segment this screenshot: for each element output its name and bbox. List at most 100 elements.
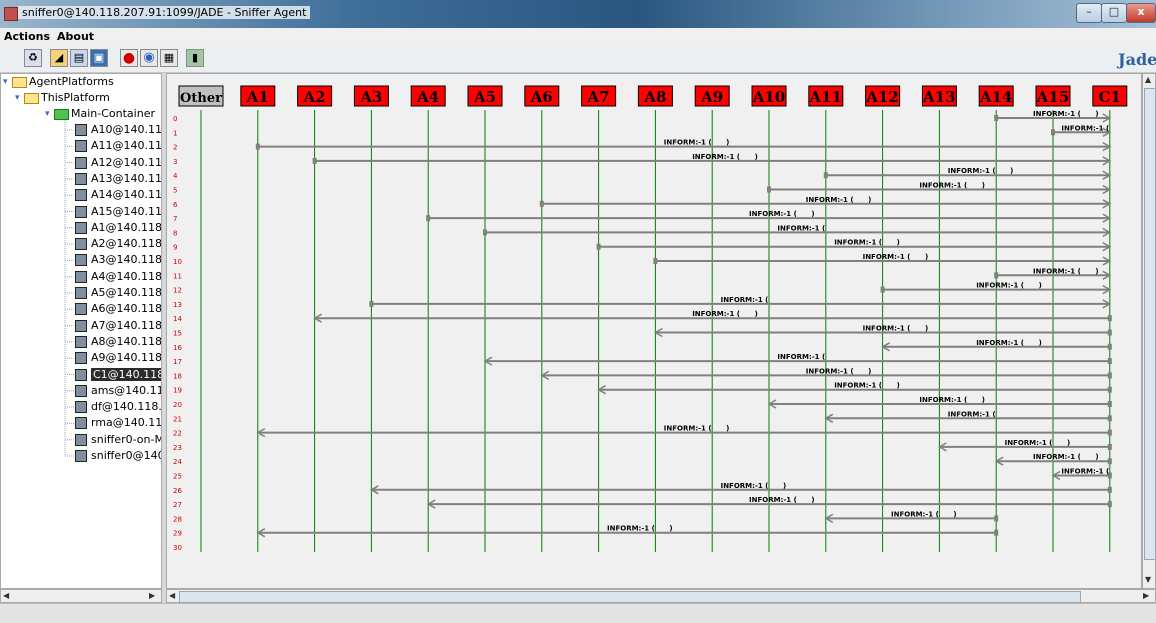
message-arrow[interactable]: INFORM:-1 ( )	[881, 339, 1112, 352]
message-arrow[interactable]: INFORM:-1 ( )	[880, 282, 1112, 295]
tree-node-this-platform[interactable]: ▾ ThisPlatform	[15, 90, 110, 106]
agent-lane-header[interactable]: Other	[178, 85, 224, 107]
agent-lane-header[interactable]: A10	[751, 85, 787, 107]
tree-agent-item[interactable]: A1@140.118.2	[75, 220, 161, 236]
collapse-icon[interactable]: ▾	[3, 74, 12, 90]
exit-icon[interactable]: ▮	[186, 49, 204, 67]
message-arrow[interactable]: INFORM:-1 ( )	[653, 325, 1112, 338]
tree-agent-item[interactable]: A10@140.118.	[75, 122, 161, 138]
collapse-icon[interactable]: ▾	[45, 106, 54, 122]
agent-lane-header[interactable]: A12	[865, 85, 901, 107]
message-arrow[interactable]: INFORM:-1 (	[483, 353, 1112, 366]
message-arrow[interactable]: INFORM:-1 (	[369, 296, 1112, 309]
agent-lane-header[interactable]: A6	[524, 85, 560, 107]
save-as-icon[interactable]: ▤	[70, 49, 88, 67]
agent-lane-header[interactable]: A1	[240, 85, 276, 107]
tree-agent-item[interactable]: sniffer0@140.1	[75, 448, 161, 464]
message-arrow[interactable]: INFORM:-1 (	[824, 410, 1112, 423]
horizontal-scroll-thumb[interactable]	[179, 591, 1081, 603]
display-icon[interactable]: ◉	[140, 49, 158, 67]
scroll-right-icon[interactable]: ▶	[149, 590, 155, 602]
tree-agent-item[interactable]: A11@140.118.	[75, 138, 161, 154]
message-arrow[interactable]: INFORM:-1 ( )	[369, 482, 1112, 495]
agent-lane-header[interactable]: A15	[1035, 85, 1071, 107]
close-button[interactable]: x	[1126, 3, 1156, 23]
collapse-icon[interactable]: ▾	[15, 90, 24, 106]
agent-lane-header[interactable]: A7	[581, 85, 617, 107]
message-origin-marker	[994, 529, 999, 536]
tree-agent-item[interactable]: A5@140.118.2	[75, 285, 161, 301]
agent-lane-header[interactable]: A9	[694, 85, 730, 107]
message-arrow[interactable]: INFORM:-1 ( )	[596, 239, 1112, 252]
message-arrow[interactable]: INFORM:-1 ( )	[994, 453, 1112, 466]
scroll-left-icon[interactable]: ◀	[3, 590, 9, 602]
message-arrow[interactable]: INFORM:-1 ( )	[937, 439, 1112, 452]
agent-lane-header[interactable]: C1	[1092, 85, 1128, 107]
tree-agent-item[interactable]: A8@140.118.2	[75, 334, 161, 350]
agent-lane-header[interactable]: A13	[921, 85, 957, 107]
tree-agent-item[interactable]: A7@140.118.2	[75, 318, 161, 334]
scroll-down-icon[interactable]: ▼	[1145, 574, 1151, 586]
message-arrow[interactable]: INFORM:-1 ( )	[313, 310, 1112, 323]
message-arrow[interactable]: INFORM:-1 ( )	[824, 510, 999, 524]
horizontal-scrollbar[interactable]: ◀ ▶	[166, 589, 1156, 603]
tree-agent-item[interactable]: A4@140.118.2	[75, 269, 161, 285]
message-arrow[interactable]: INFORM:-1 ( )	[994, 267, 1112, 280]
scroll-left-icon[interactable]: ◀	[169, 590, 175, 602]
message-arrow[interactable]: INFORM:-1 ( )	[312, 153, 1112, 166]
scroll-right-icon[interactable]: ▶	[1143, 590, 1149, 602]
message-arrow[interactable]: INFORM:-1 ( )	[653, 253, 1112, 266]
message-arrow[interactable]: INFORM:-1 ( )	[823, 167, 1112, 180]
message-arrow[interactable]: INFORM:-1 ( )	[256, 525, 999, 538]
agent-lane-header[interactable]: A3	[353, 85, 389, 107]
tree-node-agent-platforms[interactable]: ▾ AgentPlatforms	[3, 74, 114, 90]
tree-agent-item[interactable]: A6@140.118.2	[75, 301, 161, 317]
message-arrow[interactable]: INFORM:-1 ( )	[597, 382, 1112, 395]
tree-agent-item[interactable]: A12@140.118.	[75, 155, 161, 171]
tree-agent-item[interactable]: A2@140.118.2	[75, 236, 161, 252]
tree-agent-item[interactable]: A15@140.118.	[75, 204, 161, 220]
tree-agent-item[interactable]: sniffer0-on-Mai	[75, 432, 161, 448]
menu-about[interactable]: About	[57, 30, 94, 43]
message-arrow[interactable]: INFORM:-1 ( )	[426, 496, 1112, 509]
tree-node-main-container[interactable]: ▾ Main-Container	[45, 106, 155, 122]
minimize-button[interactable]: –	[1076, 3, 1102, 23]
message-arrow[interactable]: INFORM:-1 ( )	[255, 139, 1112, 152]
tree-agent-item[interactable]: C1@140.118.2	[75, 367, 161, 383]
record-icon[interactable]: ●	[120, 49, 138, 67]
message-arrow[interactable]: INFORM:-1 (	[1051, 468, 1112, 481]
tree-agent-item[interactable]: A3@140.118.2	[75, 252, 161, 268]
maximize-button[interactable]: □	[1101, 3, 1127, 23]
message-arrow[interactable]: INFORM:-1 ( )	[767, 396, 1112, 409]
message-arrow[interactable]: INFORM:-1 ( )	[426, 210, 1112, 223]
open-icon[interactable]: ◢	[50, 49, 68, 67]
agent-lane-header[interactable]: A14	[978, 85, 1014, 107]
tree-agent-item[interactable]: A14@140.118.	[75, 187, 161, 203]
message-arrow[interactable]: INFORM:-1 ( )	[767, 182, 1112, 195]
vertical-scrollbar[interactable]: ▲ ▼	[1142, 73, 1156, 589]
message-arrow[interactable]: INFORM:-1 ( )	[256, 425, 1112, 438]
agent-lane-header[interactable]: A8	[637, 85, 673, 107]
agent-lane-header[interactable]: A5	[467, 85, 503, 107]
toolbar: ♻ ◢ ▤ ▣ ● ◉ ▦ ▮ Jade	[0, 46, 1156, 73]
message-arrow[interactable]: INFORM:-1 ( )	[540, 367, 1112, 381]
filter-icon[interactable]: ▦	[160, 49, 178, 67]
tree-agent-item[interactable]: A13@140.118.	[75, 171, 161, 187]
scroll-up-icon[interactable]: ▲	[1145, 74, 1151, 86]
agent-lane-header[interactable]: A2	[297, 85, 333, 107]
agent-lane-header[interactable]: A4	[410, 85, 446, 107]
tree-horizontal-scrollbar[interactable]: ◀ ▶	[0, 589, 162, 603]
clear-icon[interactable]: ♻	[24, 49, 42, 67]
tree-agent-item[interactable]: rma@140.118.	[75, 415, 161, 431]
tree-agent-item[interactable]: df@140.118.20	[75, 399, 161, 415]
tree-agent-item[interactable]: ams@140.118.	[75, 383, 161, 399]
message-arrow[interactable]: INFORM:-1 ( )	[994, 110, 1112, 123]
tree-agent-item[interactable]: A9@140.118.2	[75, 350, 161, 366]
agent-lane-header[interactable]: A11	[808, 85, 844, 107]
vertical-scroll-thumb[interactable]	[1144, 88, 1156, 560]
message-arrow[interactable]: INFORM:-1 ( )	[539, 196, 1112, 209]
menu-actions[interactable]: Actions	[4, 30, 50, 43]
message-arrow[interactable]: INFORM:-1 (	[483, 224, 1112, 238]
save-icon[interactable]: ▣	[90, 49, 108, 67]
message-arrow[interactable]: INFORM:-1 (	[1051, 124, 1112, 137]
